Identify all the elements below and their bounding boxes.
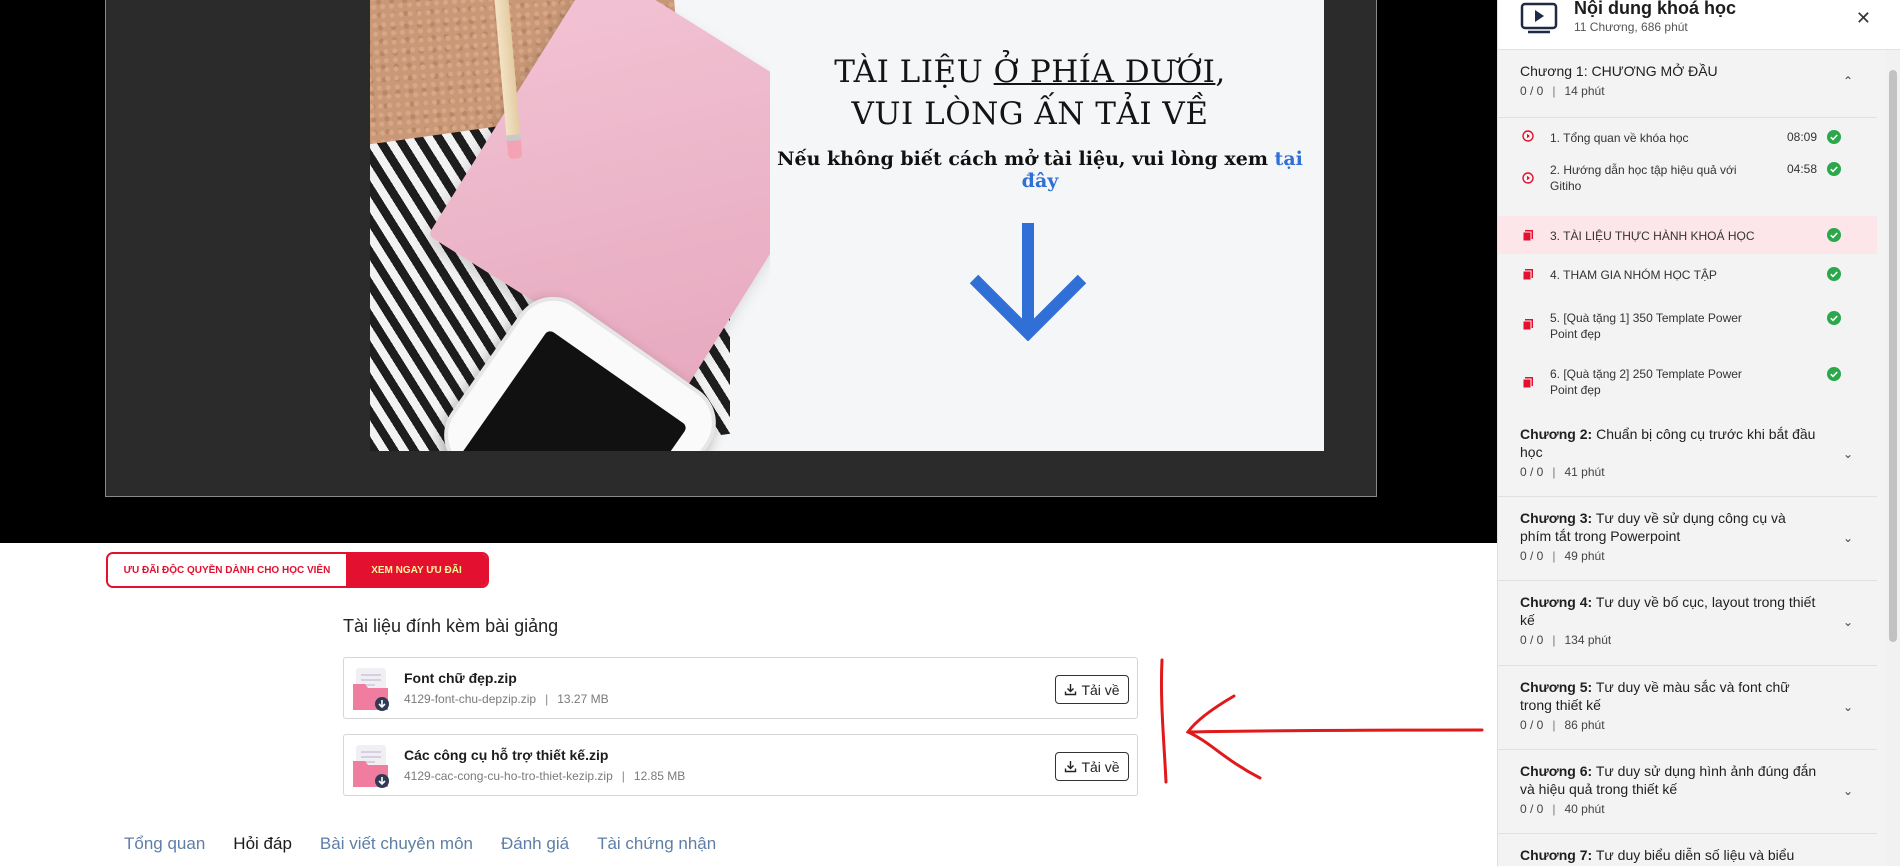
tab-certificate[interactable]: Tài chứng nhận	[597, 834, 716, 854]
document-icon	[1522, 230, 1533, 241]
chapter-4[interactable]: Chương 4: Tư duy về bố cục, layout trong…	[1498, 581, 1877, 666]
document-icon	[1522, 377, 1533, 388]
player-frame: TÀI LIỆU Ở PHÍA DƯỚI, VUI LÒNG ẤN TẢI VỀ…	[105, 0, 1377, 497]
chevron-down-icon[interactable]: ⌄	[1843, 447, 1853, 461]
lesson-item[interactable]: 1. Tổng quan về khóa học 08:09	[1498, 118, 1877, 156]
play-circle-icon	[1522, 130, 1534, 142]
lesson-item[interactable]: 2. Hướng dẫn học tập hiệu quả với Gitiho…	[1498, 156, 1877, 202]
chevron-down-icon[interactable]: ⌄	[1843, 531, 1853, 545]
document-icon	[1522, 269, 1533, 280]
chevron-up-icon[interactable]: ⌃	[1843, 74, 1853, 88]
document-icon	[1522, 319, 1533, 330]
chevron-down-icon[interactable]: ⌄	[1843, 784, 1853, 798]
attachment-card: Các công cụ hỗ trợ thiết kế.zip 4129-cac…	[343, 734, 1138, 796]
download-button[interactable]: Tải về	[1055, 675, 1129, 704]
chapter-meta: 0 / 0 | 14 phút	[1520, 84, 1605, 98]
attachment-card: Font chữ đẹp.zip 4129-font-chu-depzip.zi…	[343, 657, 1138, 719]
tab-articles[interactable]: Bài viết chuyên môn	[320, 834, 473, 854]
slide: TÀI LIỆU Ở PHÍA DƯỚI, VUI LÒNG ẤN TẢI VỀ…	[370, 0, 1324, 451]
chapter-7[interactable]: Chương 7: Tư duy biểu diễn số liệu và bi…	[1498, 834, 1877, 866]
check-circle-icon	[1827, 267, 1841, 281]
lesson-item[interactable]: 6. [Quà tặng 2] 250 Template Power Point…	[1498, 354, 1877, 412]
play-circle-icon	[1522, 172, 1534, 184]
file-meta: 4129-cac-cong-cu-ho-tro-thiet-kezip.zip |…	[404, 769, 686, 783]
tab-reviews[interactable]: Đánh giá	[501, 834, 569, 854]
zip-file-icon	[353, 745, 389, 788]
scrollbar-thumb[interactable]	[1889, 70, 1897, 642]
slide-photo	[370, 0, 770, 451]
file-meta: 4129-font-chu-depzip.zip | 13.27 MB	[404, 692, 609, 706]
chapter-1[interactable]: Chương 1: CHƯƠNG MỞ ĐẦU 0 / 0 | 14 phút ⌃	[1498, 50, 1877, 118]
slide-subtitle: Nếu không biết cách mở tài liệu, vui lòn…	[777, 148, 1303, 192]
content-tabs: Tổng quan Hỏi đáp Bài viết chuyên môn Đá…	[124, 834, 716, 854]
download-button[interactable]: Tải về	[1055, 752, 1129, 781]
chapter-2[interactable]: Chương 2: Chuẩn bị công cụ trước khi bắt…	[1498, 413, 1877, 497]
attachments-title: Tài liệu đính kèm bài giảng	[343, 616, 559, 636]
lesson-item[interactable]: 5. [Quà tặng 1] 350 Template Power Point…	[1498, 298, 1877, 354]
video-player-icon	[1520, 2, 1558, 34]
chapter-6[interactable]: Chương 6: Tư duy sử dụng hình ảnh đúng đ…	[1498, 750, 1877, 834]
download-icon	[1065, 684, 1077, 696]
page: TÀI LIỆU Ở PHÍA DƯỚI, VUI LÒNG ẤN TẢI VỀ…	[0, 0, 1900, 866]
check-circle-icon	[1827, 162, 1841, 176]
download-icon	[1065, 761, 1077, 773]
chevron-down-icon[interactable]: ⌄	[1843, 700, 1853, 714]
promo-banner: ƯU ĐÃI ĐỘC QUYỀN DÀNH CHO HỌC VIÊN XEM N…	[106, 552, 489, 588]
sidebar-subtitle: 11 Chương, 686 phút	[1574, 20, 1688, 34]
video-player[interactable]: TÀI LIỆU Ở PHÍA DƯỚI, VUI LÒNG ẤN TẢI VỀ…	[0, 0, 1497, 543]
lesson-item-active[interactable]: 3. TÀI LIỆU THỰC HÀNH KHOÁ HỌC	[1498, 216, 1877, 254]
check-circle-icon	[1827, 130, 1841, 144]
promo-label: ƯU ĐÃI ĐỘC QUYỀN DÀNH CHO HỌC VIÊN	[108, 554, 346, 586]
chevron-down-icon[interactable]: ⌄	[1843, 615, 1853, 629]
arrow-down-icon	[969, 223, 1087, 341]
sidebar-header: Nội dung khoá học 11 Chương, 686 phút ✕	[1498, 0, 1900, 50]
tab-qa[interactable]: Hỏi đáp	[233, 834, 292, 854]
slide-title: TÀI LIỆU Ở PHÍA DƯỚI, VUI LÒNG ẤN TẢI VỀ	[834, 54, 1226, 132]
chapter-title: Chương 1: CHƯƠNG MỞ ĐẦU	[1520, 63, 1718, 79]
zip-file-icon	[353, 668, 389, 711]
check-circle-icon	[1827, 311, 1841, 325]
course-sidebar: Nội dung khoá học 11 Chương, 686 phút ✕ …	[1497, 0, 1900, 866]
file-name: Font chữ đẹp.zip	[404, 670, 517, 686]
red-arrow-annotation-icon	[1159, 658, 1484, 784]
check-circle-icon	[1827, 367, 1841, 381]
file-name: Các công cụ hỗ trợ thiết kế.zip	[404, 747, 609, 763]
tab-overview[interactable]: Tổng quan	[124, 834, 205, 854]
check-circle-icon	[1827, 228, 1841, 242]
lesson-item[interactable]: 4. THAM GIA NHÓM HỌC TẬP	[1498, 254, 1877, 298]
sidebar-title: Nội dung khoá học	[1574, 0, 1736, 18]
chapter-3[interactable]: Chương 3: Tư duy về sử dụng công cụ và p…	[1498, 497, 1877, 581]
view-offer-button[interactable]: XEM NGAY ƯU ĐÃI	[346, 554, 487, 586]
chapter-5[interactable]: Chương 5: Tư duy về màu sắc và font chữ …	[1498, 666, 1877, 750]
sidebar-scrollbar[interactable]	[1886, 50, 1900, 866]
close-icon[interactable]: ✕	[1856, 8, 1871, 29]
